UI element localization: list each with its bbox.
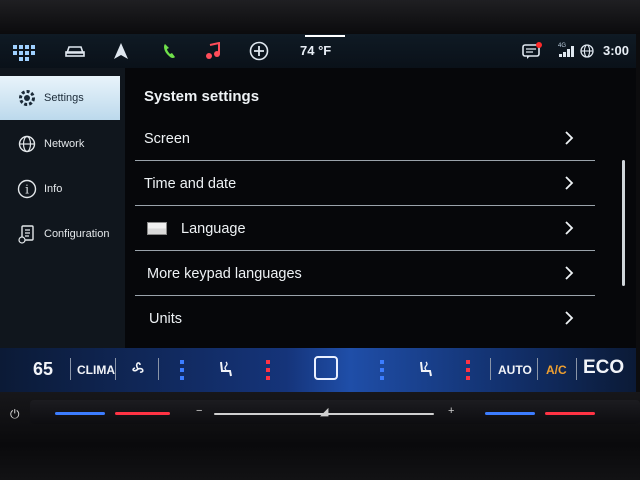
chevron-right-icon [563,220,575,241]
vehicle-icon[interactable] [62,34,88,68]
signal-strength-icon [557,34,577,68]
temp-slider-left[interactable] [55,412,105,415]
info-icon: i [14,176,40,202]
gear-icon [14,85,40,111]
infotainment-screen: 74 °F 4G 3:00 Settings Network i Info Co… [0,34,636,392]
scrollbar[interactable] [622,160,625,286]
left-cooling-level [180,360,184,380]
right-seat-heat-icon[interactable] [413,352,437,386]
sidebar-item-network[interactable]: Network [0,122,120,166]
divider [158,358,159,380]
sidebar-item-configuration[interactable]: Configuration [0,212,120,256]
settings-row-keypad-languages[interactable]: More keypad languages [135,252,595,296]
clock: 3:00 [603,43,630,58]
music-icon[interactable] [202,34,224,68]
messages-icon[interactable] [520,34,544,68]
left-heating-level [266,360,270,380]
bezel-top [0,0,640,34]
sidebar-item-label: Info [44,183,63,195]
sidebar-item-info[interactable]: i Info [0,167,120,211]
sidebar-item-settings[interactable]: Settings [0,76,120,120]
climate-bar: 65 CLIMA AUTO A/C ECO [0,348,636,392]
power-icon[interactable]: ⏻ [10,407,20,422]
ac-button[interactable]: A/C [546,363,567,377]
divider [576,358,577,380]
settings-row-screen[interactable]: Screen [135,117,595,161]
volume-level-icon: ◢ [320,406,329,418]
volume-plus-icon[interactable]: + [448,405,454,417]
divider [115,358,116,380]
chevron-right-icon [563,265,575,286]
eco-button[interactable]: ECO [583,357,624,379]
status-bar: 74 °F 4G 3:00 [0,34,636,68]
fan-icon[interactable] [126,352,150,386]
settings-sidebar: Settings Network i Info Configuration [0,68,125,348]
divider [537,358,538,380]
settings-row-units[interactable]: Units [135,297,595,341]
sidebar-item-label: Settings [44,92,84,104]
sidebar-item-label: Configuration [44,228,110,240]
temp-slider-left-heat[interactable] [115,412,170,415]
divider [70,358,71,380]
outside-temperature: 74 °F [300,43,332,58]
row-label: More keypad languages [147,265,302,282]
svg-text:i: i [25,183,29,197]
climate-home-button[interactable] [314,356,338,380]
chevron-right-icon [563,175,575,196]
volume-minus-icon[interactable]: − [196,405,202,417]
apps-grid-icon[interactable] [10,44,38,61]
chevron-right-icon [563,130,575,151]
divider [490,358,491,380]
flag-icon [147,222,167,235]
row-label: Language [181,220,246,237]
left-seat-heat-icon[interactable] [213,352,237,386]
clima-button[interactable]: CLIMA [77,363,115,377]
right-heating-level [466,360,470,380]
globe-status-icon [578,34,596,68]
settings-row-language[interactable]: Language [135,207,595,251]
right-cooling-level [380,360,384,380]
settings-row-time-and-date[interactable]: Time and date [135,162,595,206]
system-settings-panel: System settings Screen Time and date Lan… [125,68,636,348]
chevron-right-icon [563,310,575,331]
phone-icon[interactable] [158,34,180,68]
page-title: System settings [144,88,260,105]
auto-button[interactable]: AUTO [498,363,532,377]
row-label: Screen [144,130,190,147]
row-label: Time and date [144,175,237,192]
temp-slider-right[interactable] [485,412,535,415]
clipboard-icon [14,221,40,247]
sidebar-item-label: Network [44,138,85,150]
row-label: Units [149,311,183,327]
globe-icon [14,131,40,157]
add-shortcut-icon[interactable] [247,34,271,68]
temp-slider-right-heat[interactable] [545,412,595,415]
navigation-icon[interactable] [110,34,132,68]
temperature-indicator-bar [305,35,345,37]
climate-temperature[interactable]: 65 [33,359,53,380]
